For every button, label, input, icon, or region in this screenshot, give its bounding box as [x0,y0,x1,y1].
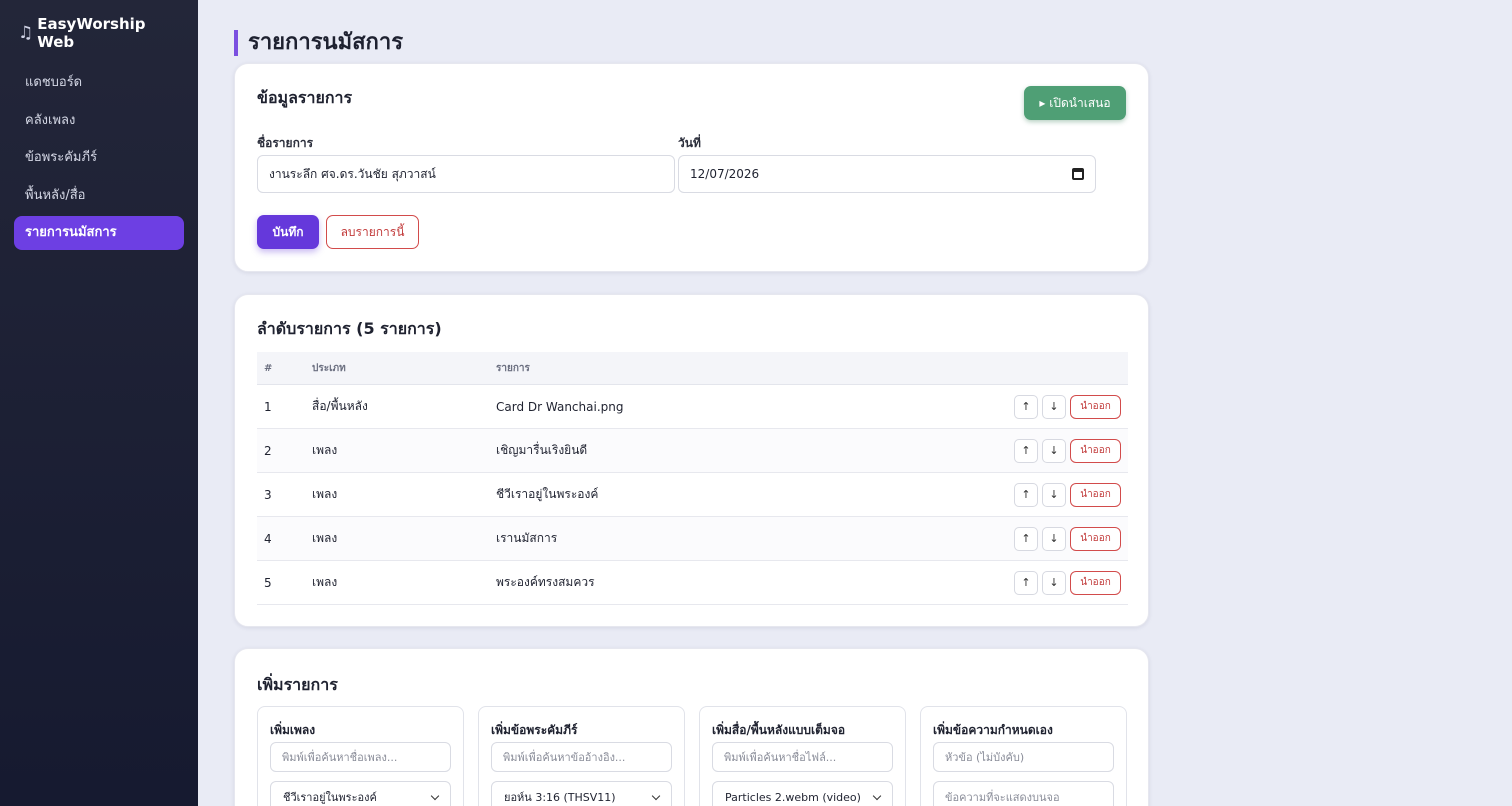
row-actions: ↑ ↓ นำออก [1014,438,1128,463]
plan-name-input[interactable]: งานระลึก ศจ.ดร.วันชัย สุภวาสน์ [257,155,675,193]
plan-order-title: ลำดับรายการ (5 รายการ) [257,319,442,338]
scripture-search-input[interactable]: พิมพ์เพื่อค้นหาข้ออ้างอิง... [491,742,672,772]
open-presentation-button[interactable]: ▸ เปิดนำเสนอ [1024,86,1126,120]
row-item: พระองค์ทรงสมควร [496,575,595,589]
music-note-icon: ♫ [18,23,34,43]
move-down-button[interactable]: ↓ [1042,438,1066,463]
row-number: 1 [264,399,272,414]
plan-name-value: งานระลึก ศจ.ดร.วันชัย สุภวาสน์ [269,166,436,181]
plan-date-input[interactable]: 12/07/2026 [678,155,1096,193]
remove-item-button[interactable]: นำออก [1070,526,1121,551]
save-button[interactable]: บันทึก [257,215,319,249]
plan-name-label: ชื่อรายการ [257,136,314,150]
add-media-panel: เพิ่มสื่อ/พื้นหลังแบบเต็มจอ พิมพ์เพื่อค้… [699,706,906,806]
table-row: 1 สื่อ/พื้นหลัง Card Dr Wanchai.png ↑ ↓ นำออก [257,385,1128,429]
row-item: Card Dr Wanchai.png [496,399,624,414]
row-type: เพลง [312,443,338,457]
row-actions: ↑ ↓ นำออก [1014,394,1128,419]
add-item-card: เพิ่มรายการ เพิ่มเพลง พิมพ์เพื่อค้นหาชื่… [234,648,1149,806]
page-title: รายการนมัสการ [234,30,403,56]
main-content: รายการนมัสการ ข้อมูลรายการ ▸ เปิดนำเสนอ … [198,0,1512,806]
sidebar: ♫ EasyWorship Web แดชบอร์ด คลังเพลง ข้อพ… [0,0,198,806]
row-number: 5 [264,575,272,590]
move-down-button[interactable]: ↓ [1042,526,1066,551]
custom-heading-input[interactable]: หัวข้อ (ไม่บังคับ) [933,742,1114,772]
table-row: 3 เพลง ชีวีเราอยู่ในพระองค์ ↑ ↓ นำออก [257,473,1128,517]
remove-item-button[interactable]: นำออก [1070,482,1121,507]
chevron-down-icon [872,791,882,800]
scripture-select[interactable]: ยอห์น 3:16 (THSV11) [491,781,672,806]
plan-date-value: 12/07/2026 [690,167,760,181]
table-row: 5 เพลง พระองค์ทรงสมควร ↑ ↓ นำออก [257,561,1128,605]
song-select[interactable]: ชีวีเราอยู่ในพระองค์ [270,781,451,806]
app-title: EasyWorship Web [37,15,146,51]
remove-item-button[interactable]: นำออก [1070,570,1121,595]
media-select-value: Particles 2.webm (video) [725,790,861,804]
calendar-icon[interactable] [1072,168,1084,180]
add-custom-text-panel: เพิ่มข้อความกำหนดเอง หัวข้อ (ไม่บังคับ) … [920,706,1127,806]
row-item: เชิญมารื่นเริงยินดี [496,443,588,457]
add-scripture-title: เพิ่มข้อพระคัมภีร์ [491,723,578,737]
move-up-button[interactable]: ↑ [1014,482,1038,507]
app-brand[interactable]: ♫ EasyWorship Web [14,15,184,51]
column-header-type: ประเภท [312,362,346,374]
delete-plan-button[interactable]: ลบรายการนี้ [326,215,419,249]
row-actions: ↑ ↓ นำออก [1014,482,1128,507]
table-row: 4 เพลง เรานมัสการ ↑ ↓ นำออก [257,517,1128,561]
plan-order-card: ลำดับรายการ (5 รายการ) # ประเภท รายการ 1… [234,294,1149,627]
row-item: ชีวีเราอยู่ในพระองค์ [496,487,599,501]
song-select-value: ชีวีเราอยู่ในพระองค์ [283,791,377,804]
add-song-panel: เพิ่มเพลง พิมพ์เพื่อค้นหาชื่อเพลง... ชีว… [257,706,464,806]
table-row: 2 เพลง เชิญมารื่นเริงยินดี ↑ ↓ นำออก [257,429,1128,473]
sidebar-item-songs[interactable]: คลังเพลง [14,104,184,138]
remove-item-button[interactable]: นำออก [1070,394,1121,419]
add-item-title: เพิ่มรายการ [257,675,338,694]
add-song-title: เพิ่มเพลง [270,723,316,737]
custom-body-input[interactable]: ข้อความที่จะแสดงบนจอ [933,781,1114,806]
song-search-input[interactable]: พิมพ์เพื่อค้นหาชื่อเพลง... [270,742,451,772]
row-number: 4 [264,531,272,546]
remove-item-button[interactable]: นำออก [1070,438,1121,463]
row-actions: ↑ ↓ นำออก [1014,570,1128,595]
move-up-button[interactable]: ↑ [1014,394,1038,419]
row-actions: ↑ ↓ นำออก [1014,526,1128,551]
scripture-select-value: ยอห์น 3:16 (THSV11) [504,791,616,804]
row-type: สื่อ/พื้นหลัง [312,399,368,413]
column-header-item: รายการ [496,362,530,374]
row-number: 3 [264,487,272,502]
row-number: 2 [264,443,272,458]
sidebar-item-service-plans[interactable]: รายการนมัสการ [14,216,184,250]
add-scripture-panel: เพิ่มข้อพระคัมภีร์ พิมพ์เพื่อค้นหาข้ออ้า… [478,706,685,806]
move-up-button[interactable]: ↑ [1014,526,1038,551]
sidebar-item-dashboard[interactable]: แดชบอร์ด [14,66,184,100]
move-up-button[interactable]: ↑ [1014,438,1038,463]
move-down-button[interactable]: ↓ [1042,394,1066,419]
order-table: # ประเภท รายการ 1 สื่อ/พื้นหลัง Card Dr Wa… [257,352,1128,605]
row-type: เพลง [312,531,338,545]
chevron-down-icon [651,791,661,800]
add-media-title: เพิ่มสื่อ/พื้นหลังแบบเต็มจอ [712,723,846,737]
sidebar-item-media[interactable]: พื้นหลัง/สื่อ [14,179,184,213]
plan-info-card: ข้อมูลรายการ ▸ เปิดนำเสนอ ชื่อรายการ งาน… [234,63,1149,272]
move-down-button[interactable]: ↓ [1042,570,1066,595]
column-header-number: # [264,362,273,374]
table-header: # ประเภท รายการ [257,352,1128,385]
sidebar-item-scripture[interactable]: ข้อพระคัมภีร์ [14,141,184,175]
media-search-input[interactable]: พิมพ์เพื่อค้นหาชื่อไฟล์... [712,742,893,772]
row-type: เพลง [312,575,338,589]
media-select[interactable]: Particles 2.webm (video) [712,781,893,806]
move-up-button[interactable]: ↑ [1014,570,1038,595]
chevron-down-icon [430,791,440,800]
plan-date-label: วันที่ [678,136,701,150]
add-custom-text-title: เพิ่มข้อความกำหนดเอง [933,723,1053,737]
row-item: เรานมัสการ [496,531,558,545]
plan-info-title: ข้อมูลรายการ [257,88,353,107]
move-down-button[interactable]: ↓ [1042,482,1066,507]
row-type: เพลง [312,487,338,501]
